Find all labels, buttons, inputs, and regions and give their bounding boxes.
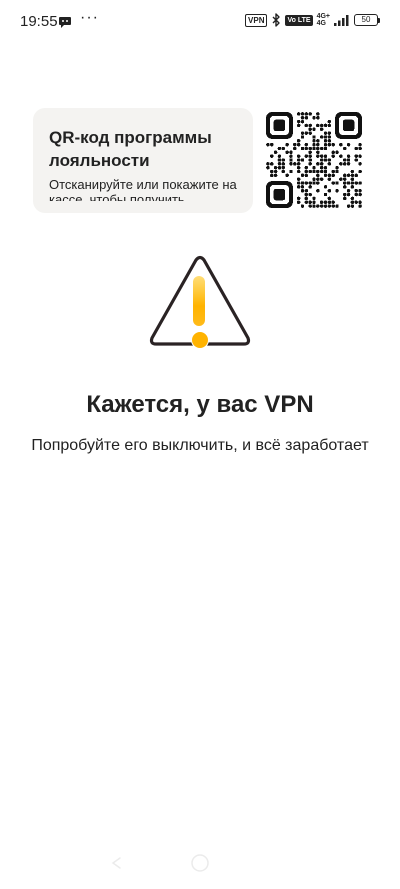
- qr-code-icon[interactable]: [266, 112, 362, 208]
- screen: 19:55 ··· VPN Vo LTE 4G+ 4G 50 QR-код пр…: [0, 0, 400, 889]
- status-time: 19:55: [20, 13, 58, 30]
- vpn-headline: Кажется, у вас VPN: [86, 391, 314, 418]
- back-gesture-icon[interactable]: [108, 855, 124, 871]
- network-type: 4G+ 4G: [317, 13, 330, 27]
- chat-bubble-icon: [59, 17, 71, 28]
- loyalty-title: QR-код программы лояльности: [49, 128, 212, 170]
- loyalty-subtitle: Отсканируйте или покажите на кассе, чтоб…: [49, 177, 237, 201]
- bluetooth-icon: [272, 13, 281, 27]
- more-notifications-icon: ···: [80, 9, 99, 26]
- signal-icon: [334, 15, 349, 26]
- status-bar: 19:55 ··· VPN Vo LTE 4G+ 4G 50: [0, 0, 400, 44]
- vpn-description: Попробуйте его выключить, и всё заработа…: [31, 437, 369, 454]
- loyalty-qr-card[interactable]: QR-код программы лояльности Отсканируйте…: [33, 108, 253, 213]
- status-right-group: VPN Vo LTE 4G+ 4G 50: [245, 13, 380, 27]
- home-gesture-icon[interactable]: [190, 853, 210, 873]
- battery-tip: [378, 17, 380, 23]
- network-type-bottom: 4G: [316, 20, 326, 27]
- network-type-top: 4G+: [316, 13, 330, 20]
- vpn-badge: VPN: [245, 13, 268, 27]
- volte-badge: Vo LTE: [285, 14, 313, 26]
- warning-triangle-icon: [149, 255, 251, 349]
- battery-indicator: 50: [354, 14, 380, 26]
- battery-level: 50: [354, 14, 378, 26]
